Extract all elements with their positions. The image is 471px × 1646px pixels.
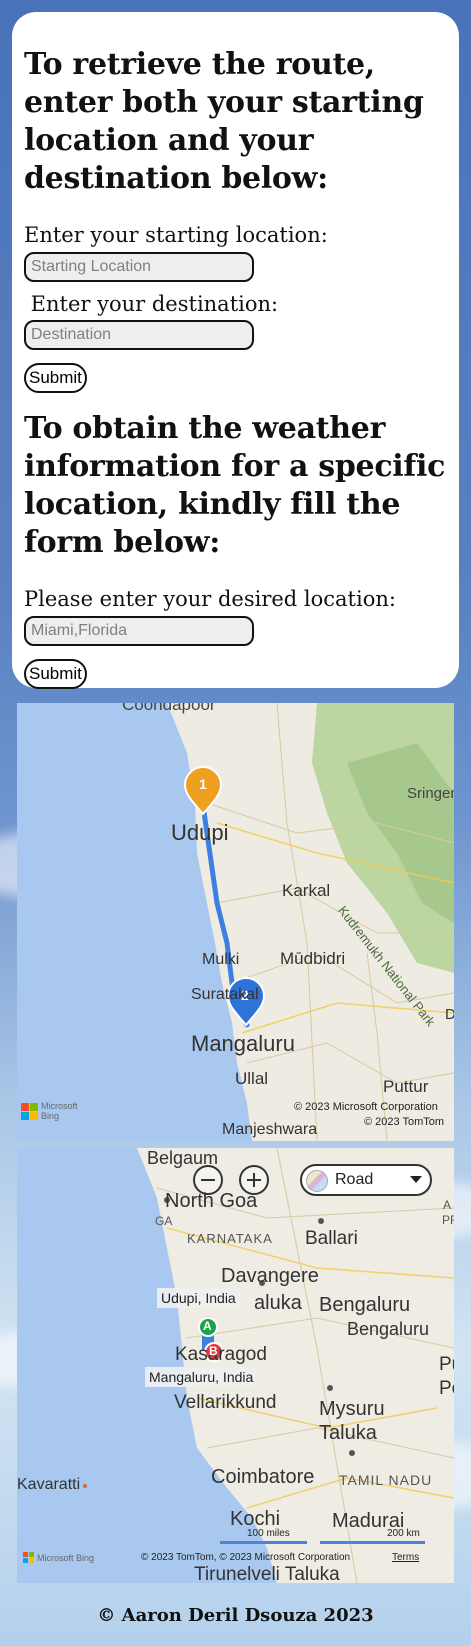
pin-1-label: 1 — [199, 776, 207, 792]
place-aluka: aluka — [254, 1292, 302, 1314]
place-d-edge: D — [445, 1006, 454, 1023]
footer-copyright: © Aaron Deril Dsouza 2023 — [97, 1605, 374, 1626]
pin-b-label: B — [209, 1344, 218, 1358]
route-map-copyright-1: © 2023 Microsoft Corporation — [294, 1101, 438, 1113]
place-moodbidri: Mūdbidri — [280, 949, 346, 968]
zoom-in-button[interactable] — [239, 1165, 269, 1195]
route-heading: To retrieve the route, enter both your s… — [24, 47, 424, 196]
place-right-po: Po — [439, 1378, 454, 1399]
place-right-pu: Pu — [439, 1354, 454, 1375]
weather-submit-button[interactable]: Submit — [24, 659, 87, 689]
zoom-out-button[interactable] — [193, 1165, 223, 1195]
start-location-input[interactable] — [24, 252, 254, 282]
place-davangere: Davangere — [221, 1265, 319, 1287]
place-sringeri: Sringer — [407, 785, 454, 802]
form-card: To retrieve the route, enter both your s… — [12, 12, 459, 689]
place-coondapoor: Coondapoor — [122, 703, 216, 714]
overview-copyright: © 2023 TomTom, © 2023 Microsoft Corporat… — [141, 1552, 351, 1563]
route-map-bing-logo: Microsoft Bing — [41, 1101, 78, 1121]
udupi-callout: Udupi, India — [157, 1288, 240, 1308]
place-puttur: Puttur — [383, 1077, 429, 1096]
weather-location-input[interactable] — [24, 616, 254, 646]
scale-miles: 100 miles — [247, 1528, 290, 1539]
place-karnataka: KARNATAKA — [187, 1231, 273, 1246]
plus-icon-vertical — [253, 1173, 255, 1187]
place-bengaluru-taluka: Bengaluru — [319, 1294, 411, 1316]
weather-heading: To obtain the weather information for a … — [24, 411, 446, 560]
place-right-a: A — [443, 1198, 452, 1212]
microsoft-logo-squares — [21, 1103, 38, 1120]
place-udupi: Udupi — [171, 820, 229, 845]
minus-icon — [201, 1179, 215, 1181]
place-tamil-nadu: TAMIL NADU — [339, 1472, 433, 1488]
place-mulki: Mulki — [202, 951, 240, 968]
mangaluru-callout: Mangaluru, India — [145, 1367, 258, 1387]
road-map-icon — [306, 1170, 328, 1192]
destination-label: Enter your destination: — [24, 292, 279, 316]
map-type-selector[interactable]: Road — [300, 1164, 432, 1196]
terms-link[interactable]: Terms — [392, 1552, 419, 1563]
place-manjeshwara: Manjeshwara — [222, 1121, 318, 1138]
route-map[interactable]: 1 2 Coondapoor Udupi Sringer Kudremukh N… — [17, 703, 454, 1141]
place-kavaratti: Kavaratti — [17, 1476, 81, 1493]
place-mysuru: Mysuru — [319, 1398, 385, 1420]
place-ga: GA — [155, 1214, 173, 1228]
place-ullal: Ullal — [235, 1069, 269, 1088]
dropdown-arrow-icon — [410, 1176, 422, 1183]
overview-map[interactable]: Belgaum North Goa GA KARNATAKA Ballari D… — [17, 1148, 454, 1583]
place-taluka: Taluka — [319, 1422, 377, 1444]
place-kasaragod: Kasaragod — [175, 1344, 267, 1365]
start-label: Enter your starting location: — [24, 223, 328, 247]
route-map-copyright-2: © 2023 TomTom — [364, 1116, 445, 1128]
weather-location-label: Please enter your desired location: — [24, 587, 396, 611]
pin-a-label: A — [203, 1319, 212, 1333]
place-bengaluru: Bengaluru — [347, 1319, 430, 1339]
place-vellarikkund: Vellarikkund — [174, 1392, 277, 1413]
place-right-pr: PR — [442, 1213, 454, 1227]
place-coimbatore: Coimbatore — [211, 1466, 315, 1488]
destination-input[interactable] — [24, 320, 254, 350]
scale-km: 200 km — [387, 1528, 420, 1539]
overview-microsoft-logo-squares — [23, 1552, 34, 1563]
map-type-label: Road — [335, 1171, 374, 1188]
place-tirunelveli: Tirunelveli Taluka — [194, 1564, 340, 1583]
place-mangaluru: Mangaluru — [191, 1031, 295, 1056]
overview-bing-logo: Microsoft Bing — [37, 1553, 95, 1563]
place-ballari: Ballari — [305, 1228, 358, 1249]
place-karkal: Karkal — [282, 881, 331, 900]
place-suratakal: Suratakal — [191, 986, 259, 1003]
route-submit-button[interactable]: Submit — [24, 363, 87, 393]
